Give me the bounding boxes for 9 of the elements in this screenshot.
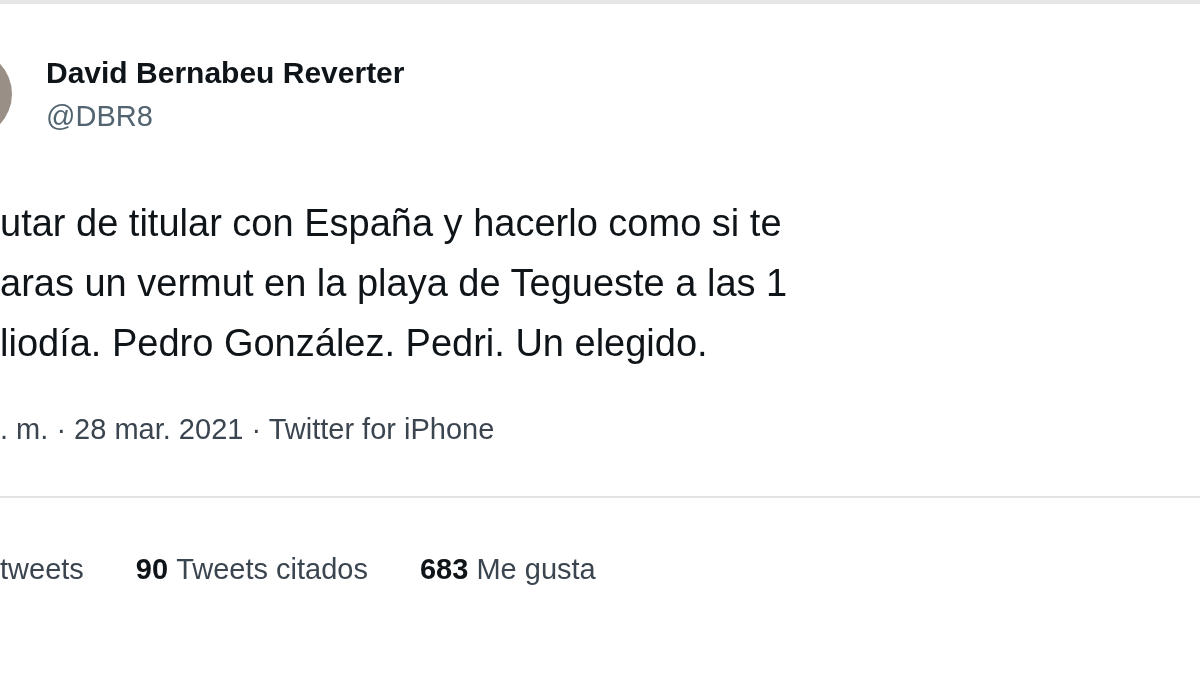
author-name: David Bernabeu Reverter (46, 55, 405, 92)
tweet-text-line: aras un vermut en la playa de Tegueste a las 1 (0, 261, 789, 306)
stat-link[interactable]: 683 Me gusta (420, 547, 596, 591)
tweet-text-line: liodía. Pedro González. Pedri. Un elegido. (0, 321, 709, 366)
tweet-text-line: utar de titular con España y hacerlo como si te (0, 201, 783, 246)
stat-link[interactable]: tweets (0, 547, 84, 591)
tweet-timestamp: . m. · 28 mar. 2021 · Twitter for iPhone (0, 412, 496, 447)
author-handle: @DBR8 (46, 98, 154, 134)
stat-link[interactable]: 90 Tweets citados (135, 547, 368, 591)
